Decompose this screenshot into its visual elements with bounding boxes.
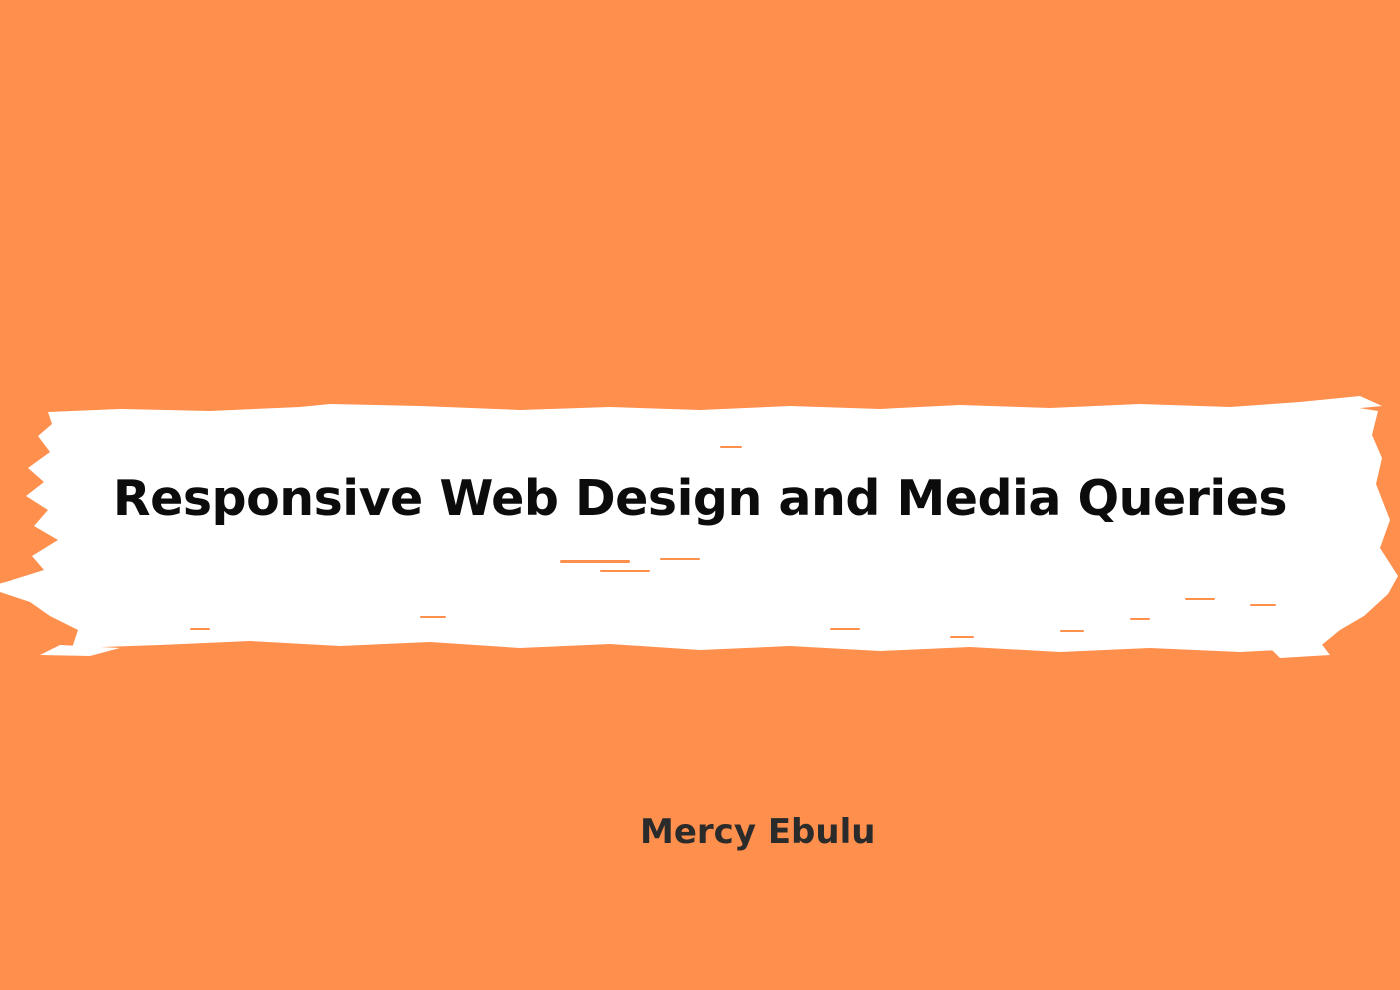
page-title: Responsive Web Design and Media Queries — [112, 470, 1288, 527]
cover-canvas: Responsive Web Design and Media Queries … — [0, 0, 1400, 990]
author-name: Mercy Ebulu — [640, 812, 876, 852]
